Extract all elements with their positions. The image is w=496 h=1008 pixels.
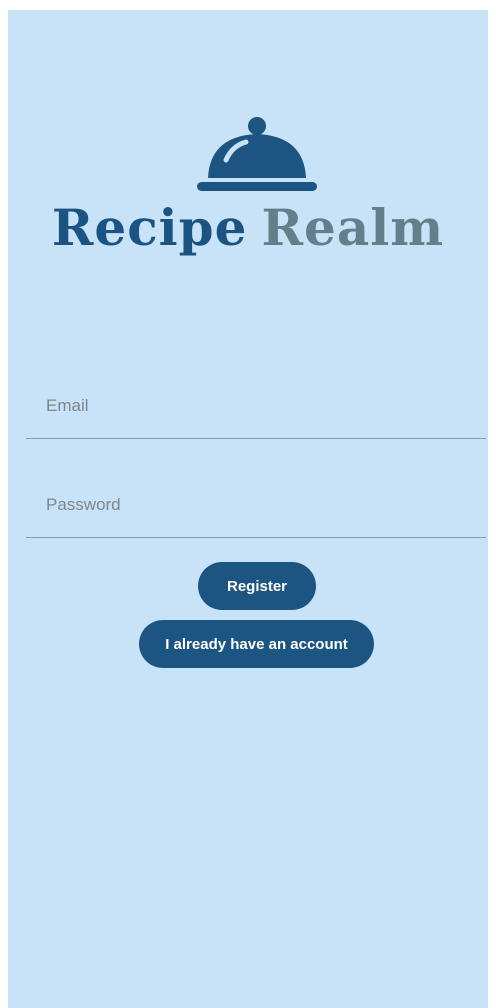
password-field[interactable] (26, 473, 486, 537)
app-logo: Recipe Realm (8, 110, 488, 280)
app-title-word-realm: Realm (261, 198, 445, 257)
have-account-button[interactable]: I already have an account (139, 620, 374, 668)
cloche-icon (197, 117, 317, 191)
email-field-container (26, 374, 486, 439)
app-title-word-recipe: Recipe (51, 198, 248, 257)
register-button[interactable]: Register (198, 562, 316, 610)
password-field-container (26, 473, 486, 538)
register-screen: RecipeRealm Register I already have an a… (8, 10, 488, 1008)
email-field[interactable] (26, 374, 486, 438)
app-title: Recipe Realm (8, 196, 488, 260)
